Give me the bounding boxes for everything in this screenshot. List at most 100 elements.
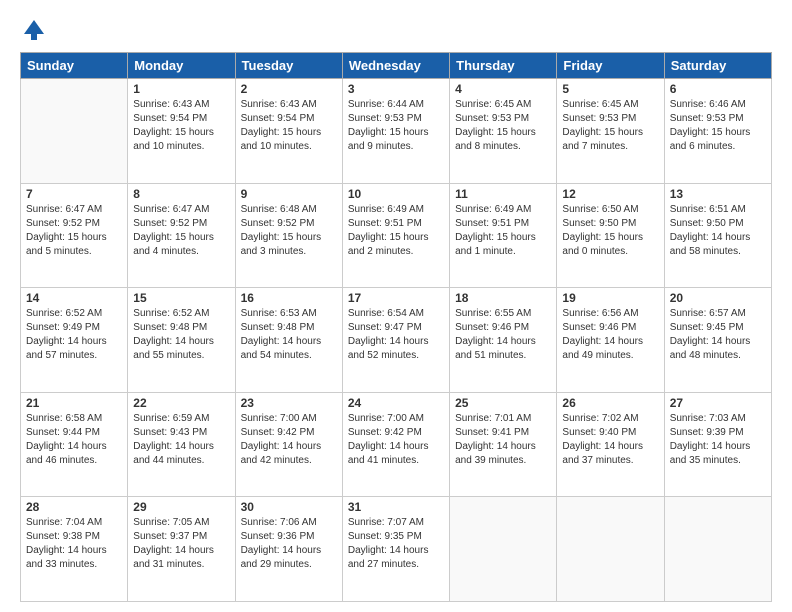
day-number: 30 — [241, 500, 337, 514]
calendar-cell — [557, 497, 664, 602]
calendar-cell: 19Sunrise: 6:56 AM Sunset: 9:46 PM Dayli… — [557, 288, 664, 393]
calendar-cell — [664, 497, 771, 602]
calendar-cell: 15Sunrise: 6:52 AM Sunset: 9:48 PM Dayli… — [128, 288, 235, 393]
cell-content: Sunrise: 6:51 AM Sunset: 9:50 PM Dayligh… — [670, 203, 766, 259]
day-number: 3 — [348, 82, 444, 96]
calendar-table: SundayMondayTuesdayWednesdayThursdayFrid… — [20, 52, 772, 602]
cell-content: Sunrise: 6:58 AM Sunset: 9:44 PM Dayligh… — [26, 412, 122, 468]
cell-content: Sunrise: 6:43 AM Sunset: 9:54 PM Dayligh… — [241, 98, 337, 154]
calendar-cell: 7 Sunrise: 6:47 AM Sunset: 9:52 PM Daylig… — [21, 183, 128, 288]
cell-content: Sunrise: 6:54 AM Sunset: 9:47 PM Dayligh… — [348, 307, 444, 363]
day-number: 4 — [455, 82, 551, 96]
calendar-cell: 14 Sunrise: 6:52 AM Sunset: 9:49 PM Dayli… — [21, 288, 128, 393]
day-number: 15 — [133, 291, 229, 305]
day-number: 24 — [348, 396, 444, 410]
column-header-sunday: Sunday — [21, 53, 128, 79]
cell-content: Sunrise: 6:45 AM Sunset: 9:53 PM Dayligh… — [455, 98, 551, 154]
day-number: 18 — [455, 291, 551, 305]
cell-content: Sunrise: 6:56 AM Sunset: 9:46 PM Dayligh… — [562, 307, 658, 363]
page: SundayMondayTuesdayWednesdayThursdayFrid… — [0, 0, 792, 612]
day-number: 11 — [455, 187, 551, 201]
cell-content: Sunrise: 6:53 AM Sunset: 9:48 PM Dayligh… — [241, 307, 337, 363]
logo — [20, 16, 52, 44]
day-number: 27 — [670, 396, 766, 410]
calendar-cell: 2 Sunrise: 6:43 AM Sunset: 9:54 PM Daylig… — [235, 79, 342, 184]
calendar-cell: 23Sunrise: 7:00 AM Sunset: 9:42 PM Dayli… — [235, 392, 342, 497]
calendar-cell: 24 Sunrise: 7:00 AM Sunset: 9:42 PM Dayli… — [342, 392, 449, 497]
cell-content: Sunrise: 7:04 AM Sunset: 9:38 PM Dayligh… — [26, 516, 122, 572]
week-row-4: 21Sunrise: 6:58 AM Sunset: 9:44 PM Dayli… — [21, 392, 772, 497]
calendar-header-row: SundayMondayTuesdayWednesdayThursdayFrid… — [21, 53, 772, 79]
day-number: 20 — [670, 291, 766, 305]
column-header-thursday: Thursday — [450, 53, 557, 79]
cell-content: Sunrise: 7:00 AM Sunset: 9:42 PM Dayligh… — [348, 412, 444, 468]
cell-content: Sunrise: 6:55 AM Sunset: 9:46 PM Dayligh… — [455, 307, 551, 363]
cell-content: Sunrise: 6:59 AM Sunset: 9:43 PM Dayligh… — [133, 412, 229, 468]
calendar-cell: 27Sunrise: 7:03 AM Sunset: 9:39 PM Dayli… — [664, 392, 771, 497]
calendar-cell: 8Sunrise: 6:47 AM Sunset: 9:52 PM Daylig… — [128, 183, 235, 288]
cell-content: Sunrise: 6:50 AM Sunset: 9:50 PM Dayligh… — [562, 203, 658, 259]
column-header-tuesday: Tuesday — [235, 53, 342, 79]
calendar-cell: 22Sunrise: 6:59 AM Sunset: 9:43 PM Dayli… — [128, 392, 235, 497]
cell-content: Sunrise: 7:05 AM Sunset: 9:37 PM Dayligh… — [133, 516, 229, 572]
calendar-cell: 21Sunrise: 6:58 AM Sunset: 9:44 PM Dayli… — [21, 392, 128, 497]
column-header-friday: Friday — [557, 53, 664, 79]
day-number: 26 — [562, 396, 658, 410]
week-row-1: 1 Sunrise: 6:43 AM Sunset: 9:54 PM Daylig… — [21, 79, 772, 184]
cell-content: Sunrise: 6:47 AM Sunset: 9:52 PM Dayligh… — [26, 203, 122, 259]
cell-content: Sunrise: 6:48 AM Sunset: 9:52 PM Dayligh… — [241, 203, 337, 259]
week-row-3: 14 Sunrise: 6:52 AM Sunset: 9:49 PM Dayli… — [21, 288, 772, 393]
cell-content: Sunrise: 7:02 AM Sunset: 9:40 PM Dayligh… — [562, 412, 658, 468]
calendar-cell: 29 Sunrise: 7:05 AM Sunset: 9:37 PM Dayli… — [128, 497, 235, 602]
calendar-cell: 11 Sunrise: 6:49 AM Sunset: 9:51 PM Dayli… — [450, 183, 557, 288]
calendar-cell: 10Sunrise: 6:49 AM Sunset: 9:51 PM Dayli… — [342, 183, 449, 288]
calendar-cell: 12 Sunrise: 6:50 AM Sunset: 9:50 PM Dayli… — [557, 183, 664, 288]
calendar-cell: 31 Sunrise: 7:07 AM Sunset: 9:35 PM Dayli… — [342, 497, 449, 602]
calendar-cell: 4 Sunrise: 6:45 AM Sunset: 9:53 PM Daylig… — [450, 79, 557, 184]
calendar-cell: 26 Sunrise: 7:02 AM Sunset: 9:40 PM Dayli… — [557, 392, 664, 497]
day-number: 31 — [348, 500, 444, 514]
day-number: 14 — [26, 291, 122, 305]
day-number: 5 — [562, 82, 658, 96]
calendar-cell: 17 Sunrise: 6:54 AM Sunset: 9:47 PM Dayli… — [342, 288, 449, 393]
week-row-2: 7 Sunrise: 6:47 AM Sunset: 9:52 PM Daylig… — [21, 183, 772, 288]
cell-content: Sunrise: 6:52 AM Sunset: 9:49 PM Dayligh… — [26, 307, 122, 363]
calendar-cell: 20 Sunrise: 6:57 AM Sunset: 9:45 PM Dayli… — [664, 288, 771, 393]
column-header-monday: Monday — [128, 53, 235, 79]
calendar-cell: 25Sunrise: 7:01 AM Sunset: 9:41 PM Dayli… — [450, 392, 557, 497]
day-number: 9 — [241, 187, 337, 201]
logo-icon — [20, 16, 48, 44]
day-number: 7 — [26, 187, 122, 201]
cell-content: Sunrise: 6:57 AM Sunset: 9:45 PM Dayligh… — [670, 307, 766, 363]
day-number: 16 — [241, 291, 337, 305]
calendar-cell: 28Sunrise: 7:04 AM Sunset: 9:38 PM Dayli… — [21, 497, 128, 602]
day-number: 12 — [562, 187, 658, 201]
cell-content: Sunrise: 6:44 AM Sunset: 9:53 PM Dayligh… — [348, 98, 444, 154]
column-header-saturday: Saturday — [664, 53, 771, 79]
cell-content: Sunrise: 6:49 AM Sunset: 9:51 PM Dayligh… — [455, 203, 551, 259]
day-number: 8 — [133, 187, 229, 201]
calendar-cell: 13 Sunrise: 6:51 AM Sunset: 9:50 PM Dayli… — [664, 183, 771, 288]
column-header-wednesday: Wednesday — [342, 53, 449, 79]
cell-content: Sunrise: 6:49 AM Sunset: 9:51 PM Dayligh… — [348, 203, 444, 259]
calendar-cell — [21, 79, 128, 184]
cell-content: Sunrise: 6:45 AM Sunset: 9:53 PM Dayligh… — [562, 98, 658, 154]
calendar-cell — [450, 497, 557, 602]
day-number: 29 — [133, 500, 229, 514]
week-row-5: 28Sunrise: 7:04 AM Sunset: 9:38 PM Dayli… — [21, 497, 772, 602]
cell-content: Sunrise: 7:06 AM Sunset: 9:36 PM Dayligh… — [241, 516, 337, 572]
day-number: 6 — [670, 82, 766, 96]
day-number: 17 — [348, 291, 444, 305]
day-number: 1 — [133, 82, 229, 96]
calendar-cell: 6Sunrise: 6:46 AM Sunset: 9:53 PM Daylig… — [664, 79, 771, 184]
calendar-cell: 3 Sunrise: 6:44 AM Sunset: 9:53 PM Daylig… — [342, 79, 449, 184]
cell-content: Sunrise: 7:07 AM Sunset: 9:35 PM Dayligh… — [348, 516, 444, 572]
calendar-cell: 1 Sunrise: 6:43 AM Sunset: 9:54 PM Daylig… — [128, 79, 235, 184]
calendar-cell: 5 Sunrise: 6:45 AM Sunset: 9:53 PM Daylig… — [557, 79, 664, 184]
day-number: 2 — [241, 82, 337, 96]
cell-content: Sunrise: 6:43 AM Sunset: 9:54 PM Dayligh… — [133, 98, 229, 154]
day-number: 23 — [241, 396, 337, 410]
calendar-cell: 18 Sunrise: 6:55 AM Sunset: 9:46 PM Dayli… — [450, 288, 557, 393]
day-number: 13 — [670, 187, 766, 201]
calendar-cell: 9 Sunrise: 6:48 AM Sunset: 9:52 PM Daylig… — [235, 183, 342, 288]
